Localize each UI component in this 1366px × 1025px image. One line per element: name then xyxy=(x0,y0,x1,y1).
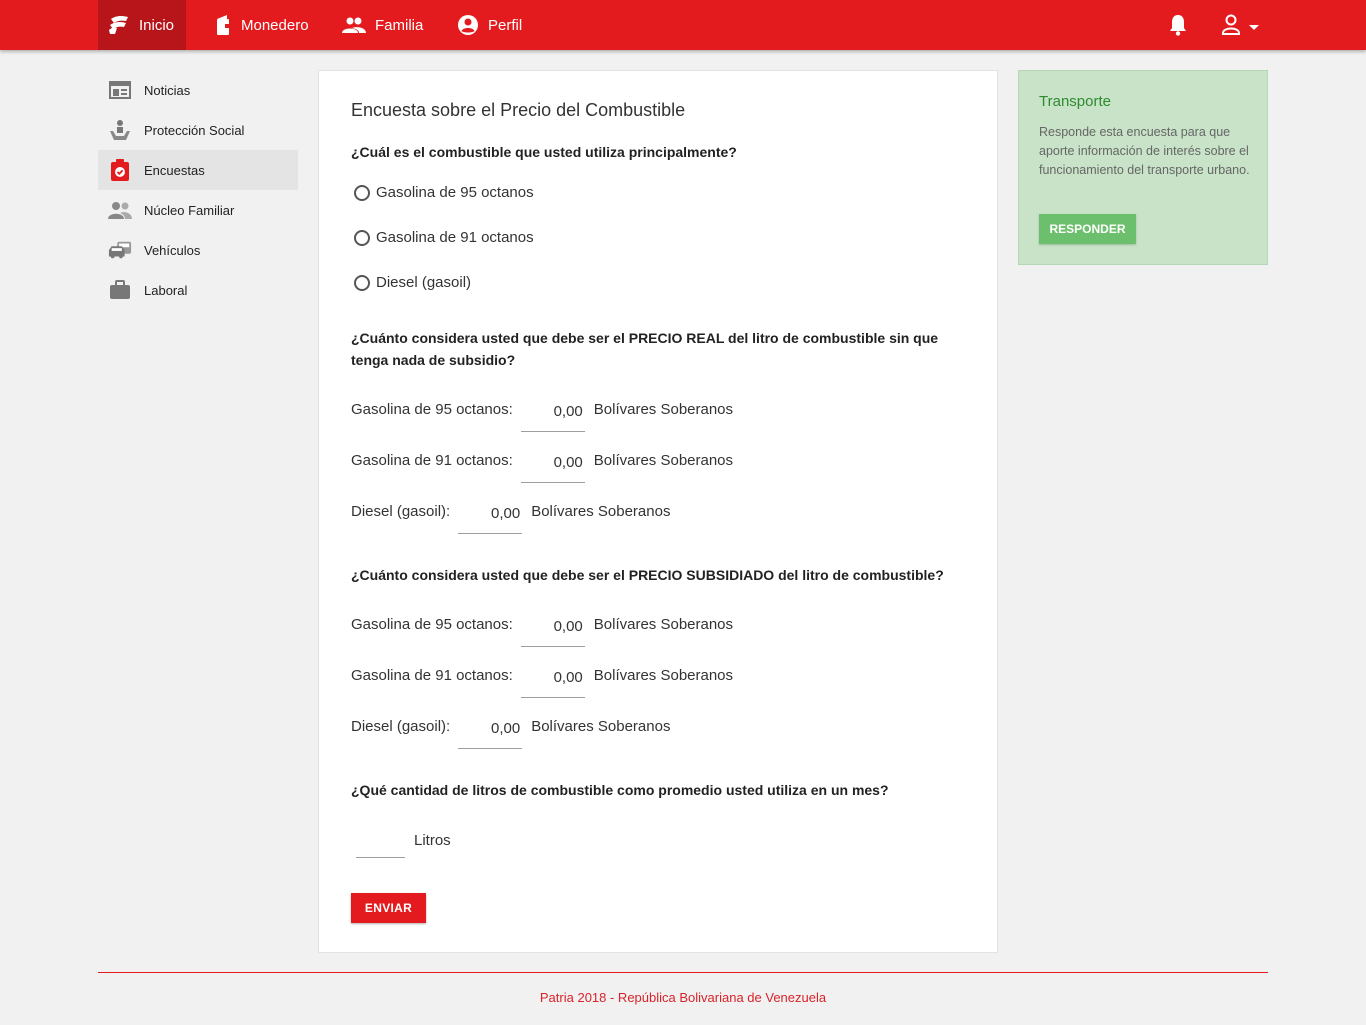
radio-button[interactable] xyxy=(354,274,370,291)
real-price-diesel-input[interactable]: 0,00 xyxy=(458,501,523,534)
people-icon xyxy=(342,17,366,33)
price-unit: Bolívares Soberanos xyxy=(531,718,671,735)
nav-inicio[interactable]: Inicio xyxy=(98,0,186,50)
social-protection-icon xyxy=(108,118,132,142)
nav-familia[interactable]: Familia xyxy=(342,0,423,50)
news-icon xyxy=(108,78,132,102)
sidebar-item-proteccion-social[interactable]: Protección Social xyxy=(98,110,298,150)
subsidized-price-diesel-input[interactable]: 0,00 xyxy=(458,716,523,749)
wallet-icon xyxy=(214,14,232,36)
promo-text: Responde esta encuesta para que aporte i… xyxy=(1039,125,1250,177)
price-unit: Bolívares Soberanos xyxy=(593,401,734,418)
nav-monedero-label: Monedero xyxy=(241,16,309,34)
radio-label: Gasolina de 95 octanos xyxy=(376,184,534,201)
radio-option-diesel[interactable]: Diesel (gasoil) xyxy=(354,274,471,291)
real-price-row-diesel: Diesel (gasoil): 0,00 Bolívares Soberano… xyxy=(351,501,670,537)
sidebar-item-label: Laboral xyxy=(144,282,188,298)
survey-icon xyxy=(108,158,132,182)
notifications-button[interactable] xyxy=(1168,13,1188,42)
sidebar-item-label: Encuestas xyxy=(144,162,205,178)
survey-title: Encuesta sobre el Precio del Combustible xyxy=(351,100,686,120)
real-price-gasolina-91-input[interactable]: 0,00 xyxy=(520,450,585,483)
nav-inicio-label: Inicio xyxy=(139,16,175,34)
subsidized-price-gasolina-95-input[interactable]: 0,00 xyxy=(520,614,585,647)
sidebar-item-label: Protección Social xyxy=(144,122,245,138)
price-label: Gasolina de 95 octanos: xyxy=(351,401,513,418)
radio-button[interactable] xyxy=(354,229,370,246)
price-label: Gasolina de 91 octanos: xyxy=(351,667,513,684)
subsidized-price-gasolina-91-input[interactable]: 0,00 xyxy=(520,665,585,698)
question-2: ¿Cuánto considera usted que debe ser el … xyxy=(351,330,939,368)
subsidized-price-row-gasolina-95: Gasolina de 95 octanos: 0,00 Bolívares S… xyxy=(351,614,733,650)
radio-option-gasolina-95[interactable]: Gasolina de 95 octanos xyxy=(354,184,534,201)
price-label: Diesel (gasoil): xyxy=(351,503,451,520)
sidebar-item-encuestas[interactable]: Encuestas xyxy=(98,150,298,190)
nav-familia-label: Familia xyxy=(375,16,424,34)
price-label: Diesel (gasoil): xyxy=(351,718,451,735)
sidebar-item-noticias[interactable]: Noticias xyxy=(98,70,298,110)
sidebar: Noticias Protección Social Encuestas Núc… xyxy=(98,70,298,310)
family-icon xyxy=(108,198,132,222)
question-3: ¿Cuánto considera usted que debe ser el … xyxy=(351,567,944,583)
sidebar-item-label: Noticias xyxy=(144,82,191,98)
nav-monedero[interactable]: Monedero xyxy=(214,0,309,50)
radio-label: Gasolina de 91 octanos xyxy=(376,229,534,246)
sidebar-item-laboral[interactable]: Laboral xyxy=(98,270,298,310)
price-label: Gasolina de 95 octanos: xyxy=(351,616,513,633)
bell-icon xyxy=(1168,15,1188,41)
sidebar-item-nucleo-familiar[interactable]: Núcleo Familiar xyxy=(98,190,298,230)
litros-unit: Litros xyxy=(414,832,451,849)
responder-button[interactable]: RESPONDER xyxy=(1039,214,1136,244)
radio-label: Diesel (gasoil) xyxy=(376,274,472,291)
footer-text: Patria 2018 - República Bolivariana de V… xyxy=(539,990,827,1005)
price-unit: Bolívares Soberanos xyxy=(593,667,734,684)
radio-option-gasolina-91[interactable]: Gasolina de 91 octanos xyxy=(354,229,534,246)
footer-divider xyxy=(98,972,1268,973)
question-4: ¿Qué cantidad de litros de combustible c… xyxy=(351,782,889,798)
vehicles-icon xyxy=(108,238,132,262)
price-unit: Bolívares Soberanos xyxy=(593,616,734,633)
price-unit: Bolívares Soberanos xyxy=(531,503,671,520)
user-menu-button[interactable] xyxy=(1220,13,1259,42)
promo-title: Transporte xyxy=(1039,93,1111,110)
patria-logo-icon xyxy=(108,15,130,35)
enviar-button[interactable]: ENVIAR xyxy=(351,893,426,923)
subsidized-price-row-diesel: Diesel (gasoil): 0,00 Bolívares Soberano… xyxy=(351,716,670,752)
litros-input[interactable] xyxy=(356,828,405,858)
nav-perfil[interactable]: Perfil xyxy=(457,0,522,50)
real-price-row-gasolina-91: Gasolina de 91 octanos: 0,00 Bolívares S… xyxy=(351,450,733,486)
nav-perfil-label: Perfil xyxy=(488,16,523,34)
question-1: ¿Cuál es el combustible que usted utiliz… xyxy=(351,144,737,160)
transporte-promo-card: Transporte Responde esta encuesta para q… xyxy=(1018,70,1268,265)
account-circle-icon xyxy=(457,14,479,36)
price-unit: Bolívares Soberanos xyxy=(593,452,734,469)
survey-card: Encuesta sobre el Precio del Combustible… xyxy=(318,70,998,953)
real-price-gasolina-95-input[interactable]: 0,00 xyxy=(520,399,585,432)
sidebar-item-label: Vehículos xyxy=(144,242,201,258)
subsidized-price-row-gasolina-91: Gasolina de 91 octanos: 0,00 Bolívares S… xyxy=(351,665,733,701)
real-price-row-gasolina-95: Gasolina de 95 octanos: 0,00 Bolívares S… xyxy=(351,399,733,435)
user-icon xyxy=(1220,13,1242,42)
price-label: Gasolina de 91 octanos: xyxy=(351,452,513,469)
briefcase-icon xyxy=(108,278,132,302)
radio-button[interactable] xyxy=(354,184,370,201)
sidebar-item-vehiculos[interactable]: Vehículos xyxy=(98,230,298,270)
chevron-down-icon xyxy=(1249,25,1259,30)
litros-row: Litros xyxy=(356,828,451,858)
sidebar-item-label: Núcleo Familiar xyxy=(144,202,235,218)
top-navbar: Inicio Monedero Familia Perfil xyxy=(0,0,1366,50)
